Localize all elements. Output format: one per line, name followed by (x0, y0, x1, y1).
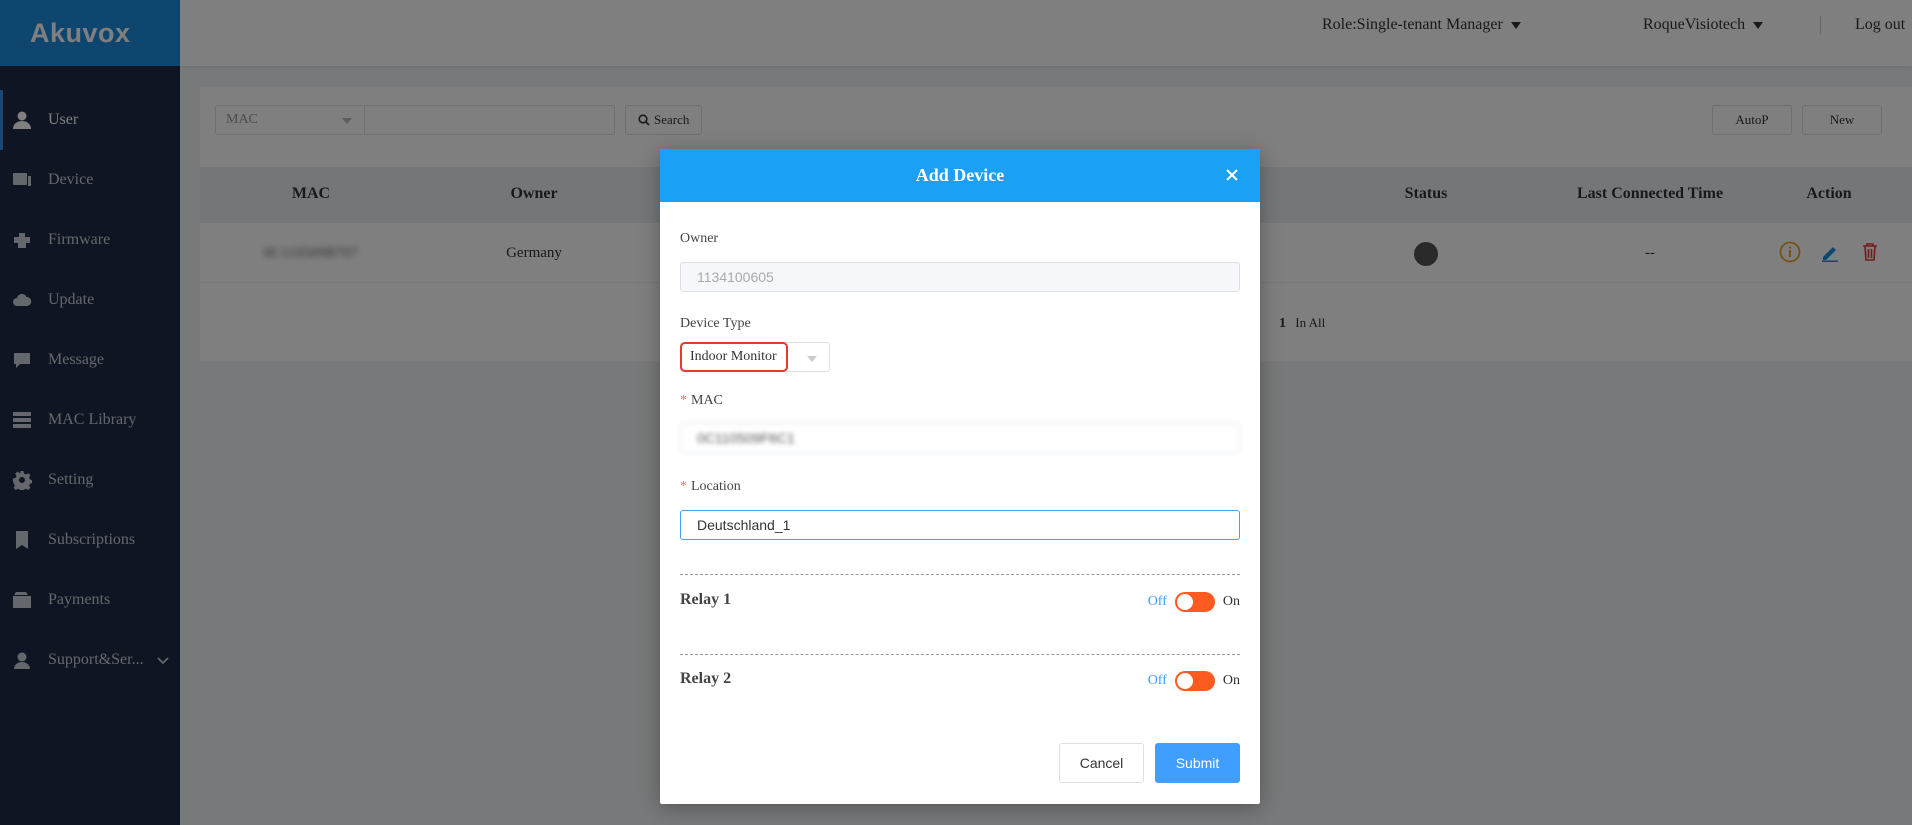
relay-2-on-label: On (1222, 673, 1240, 688)
relay-1-on-label: On (1222, 594, 1240, 609)
mac-label: * MAC (680, 393, 723, 409)
relay-2-label: Relay 2 (680, 670, 732, 687)
submit-button[interactable]: Submit (1155, 743, 1240, 783)
toggle-knob (1176, 673, 1193, 689)
required-asterisk: * (680, 479, 687, 494)
device-type-select[interactable]: Indoor Monitor (680, 342, 830, 372)
mac-field[interactable] (680, 423, 1240, 453)
relay-1-toggle[interactable] (1174, 592, 1215, 612)
divider (680, 654, 1240, 655)
cancel-button[interactable]: Cancel (1059, 743, 1144, 783)
relay-1-off-label: Off (1147, 594, 1167, 609)
device-type-label: Device Type (680, 316, 751, 331)
close-icon[interactable] (1224, 167, 1240, 183)
divider (680, 574, 1240, 575)
relay-2-toggle[interactable] (1174, 671, 1215, 691)
chevron-down-icon (807, 356, 817, 362)
dialog-header: Add Device (660, 149, 1260, 202)
location-field[interactable] (680, 510, 1240, 540)
mac-label-text: MAC (691, 393, 723, 408)
add-device-dialog: Add Device Owner Device Type Indoor Moni… (660, 149, 1260, 804)
owner-label: Owner (680, 231, 719, 246)
relay-1-switch-group: Off On (1148, 592, 1240, 612)
toggle-knob (1176, 594, 1193, 610)
relay-2-switch-group: Off On (1148, 671, 1240, 691)
device-type-value: Indoor Monitor (680, 342, 788, 372)
dialog-title: Add Device (915, 165, 1005, 185)
location-label: * Location (680, 479, 741, 495)
required-asterisk: * (680, 393, 687, 408)
owner-field (680, 262, 1240, 292)
location-label-text: Location (691, 479, 741, 494)
relay-2-off-label: Off (1147, 673, 1167, 688)
relay-1-label: Relay 1 (680, 591, 732, 608)
